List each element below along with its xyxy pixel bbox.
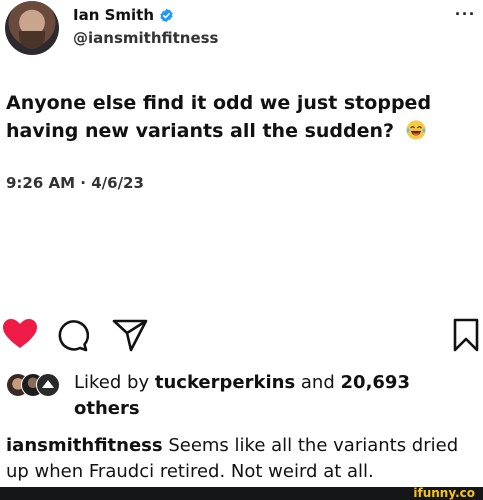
comment-icon[interactable]	[55, 318, 89, 352]
liker-avatars[interactable]	[6, 373, 70, 397]
tweet-author-name[interactable]: Ian Smith	[73, 6, 174, 24]
likes-count[interactable]: 20,693	[341, 372, 410, 393]
liked-by-joiner: and	[300, 372, 335, 393]
avatar[interactable]	[5, 1, 59, 55]
share-icon[interactable]	[112, 318, 148, 352]
tweet-body: Anyone else find it odd we just stopped …	[6, 92, 432, 142]
liked-by-text: Liked by tuckerperkins and 20,693 others	[74, 370, 474, 422]
tweet-author-handle[interactable]: @iansmithfitness	[73, 29, 219, 47]
liker-username[interactable]: tuckerperkins	[155, 372, 295, 393]
avatar-beard	[19, 31, 45, 49]
caption-username[interactable]: iansmithfitness	[6, 435, 163, 456]
brand-logo-icon	[42, 380, 54, 388]
post-caption: iansmithfitness Seems like all the varia…	[6, 433, 481, 485]
tweet-text: Anyone else find it odd we just stopped …	[6, 89, 476, 145]
watermark-logo: ifunny.co	[413, 486, 475, 500]
tweet-card: Ian Smith @iansmithfitness ··· Anyone el…	[0, 0, 483, 300]
likes-others[interactable]: others	[74, 398, 140, 419]
more-options-icon[interactable]: ···	[455, 4, 476, 25]
laughing-tears-emoji-icon	[406, 120, 426, 140]
save-icon[interactable]	[452, 318, 480, 352]
watermark-bar: ifunny.co	[0, 487, 483, 500]
heart-icon[interactable]	[2, 318, 38, 350]
author-name-text: Ian Smith	[73, 6, 155, 24]
verified-badge-icon	[160, 8, 173, 22]
avatar	[36, 373, 60, 397]
tweet-timestamp[interactable]: 9:26 AM · 4/6/23	[6, 174, 144, 192]
liked-by-prefix: Liked by	[74, 372, 150, 393]
